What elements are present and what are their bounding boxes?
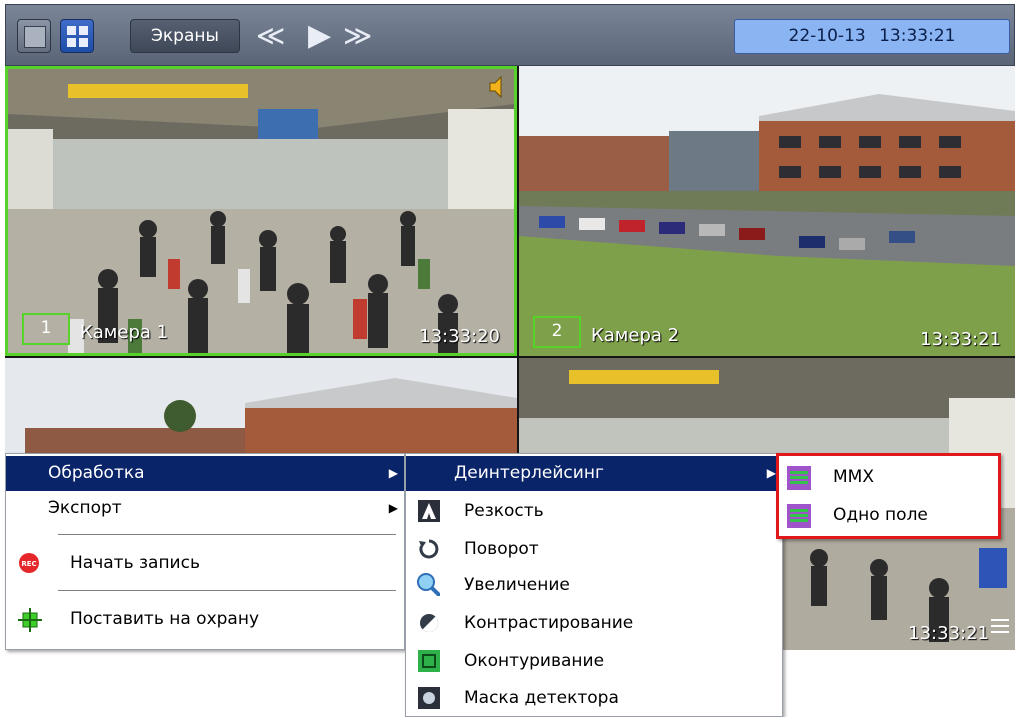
menu-item-label: Экспорт: [48, 498, 122, 518]
menu-item-single-field[interactable]: Одно поле: [779, 498, 998, 533]
camera-1-video: [8, 69, 514, 353]
menu-item-label: Поставить на охрану: [70, 609, 260, 629]
menu-item-arm[interactable]: Поставить на охрану: [6, 602, 404, 637]
play-icon[interactable]: ▶: [308, 20, 331, 52]
menu-item-start-recording[interactable]: REC Начать запись: [6, 546, 404, 581]
submenu-arrow-icon: ▶: [388, 466, 398, 480]
camera-timestamp: 13:33:21: [920, 329, 1001, 350]
menu-item-contour[interactable]: Оконтуривание: [406, 644, 782, 679]
menu-item-zoom[interactable]: Увеличение: [406, 568, 782, 603]
speaker-icon[interactable]: [488, 75, 506, 99]
menu-item-sharpness[interactable]: Резкость: [406, 494, 782, 529]
quad-view-button[interactable]: [60, 19, 94, 53]
menu-item-processing[interactable]: Обработка ▶: [6, 456, 404, 491]
single-view-button[interactable]: [17, 19, 51, 53]
date-label: 22-10-13: [788, 26, 866, 46]
menu-item-label: Обработка: [48, 463, 145, 483]
menu-item-label: Увеличение: [464, 575, 570, 595]
screens-button[interactable]: Экраны: [130, 19, 240, 53]
time-label: 13:33:21: [879, 26, 956, 46]
deinterlace-icon: [787, 466, 811, 490]
contour-icon: [418, 650, 440, 672]
camera-tile-2[interactable]: 2 Камера 2 13:33:21: [519, 66, 1015, 356]
camera-name: Камера 1: [80, 322, 169, 343]
menu-item-label: Оконтуривание: [464, 651, 605, 671]
deinterlace-submenu: MMX Одно поле: [776, 453, 1001, 539]
toolbar: Экраны ≪ ▶ ≫ 22-10-13 13:33:21: [5, 4, 1015, 66]
record-icon: REC: [19, 553, 39, 573]
menu-item-contrast[interactable]: Контрастирование: [406, 606, 782, 641]
menu-item-rotate[interactable]: Поворот: [406, 532, 782, 567]
context-menu: Обработка ▶ Экспорт ▶ REC Начать запись …: [5, 453, 405, 650]
camera-timestamp: 13:33:20: [419, 326, 500, 347]
rewind-icon[interactable]: ≪: [256, 20, 285, 52]
rotate-icon: [419, 539, 439, 559]
menu-item-export[interactable]: Экспорт ▶: [6, 491, 404, 526]
menu-item-deinterlacing[interactable]: Деинтерлейсинг ▶: [406, 456, 782, 491]
date-time-display[interactable]: 22-10-13 13:33:21: [734, 19, 1010, 54]
menu-item-label: Резкость: [464, 501, 544, 521]
menu-item-label: MMX: [833, 467, 874, 487]
svg-text:REC: REC: [21, 560, 36, 568]
menu-separator: [58, 534, 396, 536]
deinterlace-icon: [787, 504, 811, 528]
zoom-icon: [417, 573, 440, 596]
menu-item-label: Деинтерлейсинг: [454, 463, 604, 483]
menu-item-detector-mask[interactable]: Маска детектора: [406, 681, 782, 716]
menu-separator: [58, 590, 396, 592]
menu-item-label: Поворот: [464, 539, 539, 559]
sharpness-icon: [418, 500, 440, 522]
tile-menu-icon[interactable]: [991, 618, 1009, 634]
single-layout-icon: [24, 26, 46, 48]
fast-forward-icon[interactable]: ≫: [343, 20, 372, 52]
detector-mask-icon: [418, 687, 440, 709]
submenu-arrow-icon: ▶: [766, 466, 776, 480]
menu-item-label: Одно поле: [833, 505, 928, 525]
camera-name: Камера 2: [591, 325, 680, 346]
menu-item-label: Маска детектора: [464, 688, 619, 708]
menu-item-mmx[interactable]: MMX: [779, 460, 998, 495]
processing-submenu: Деинтерлейсинг ▶ Резкость Поворот Увелич…: [405, 453, 783, 717]
submenu-arrow-icon: ▶: [388, 501, 398, 515]
camera-timestamp: 13:33:21: [908, 623, 989, 644]
camera-tile-1[interactable]: 1 Камера 1 13:33:20: [5, 66, 517, 356]
menu-item-label: Начать запись: [70, 553, 200, 573]
arm-icon: [18, 608, 42, 632]
contrast-icon: [420, 614, 438, 632]
camera-number: 2: [533, 316, 581, 348]
menu-item-label: Контрастирование: [464, 613, 634, 633]
camera-2-video: [519, 66, 1015, 356]
camera-number: 1: [22, 313, 70, 345]
